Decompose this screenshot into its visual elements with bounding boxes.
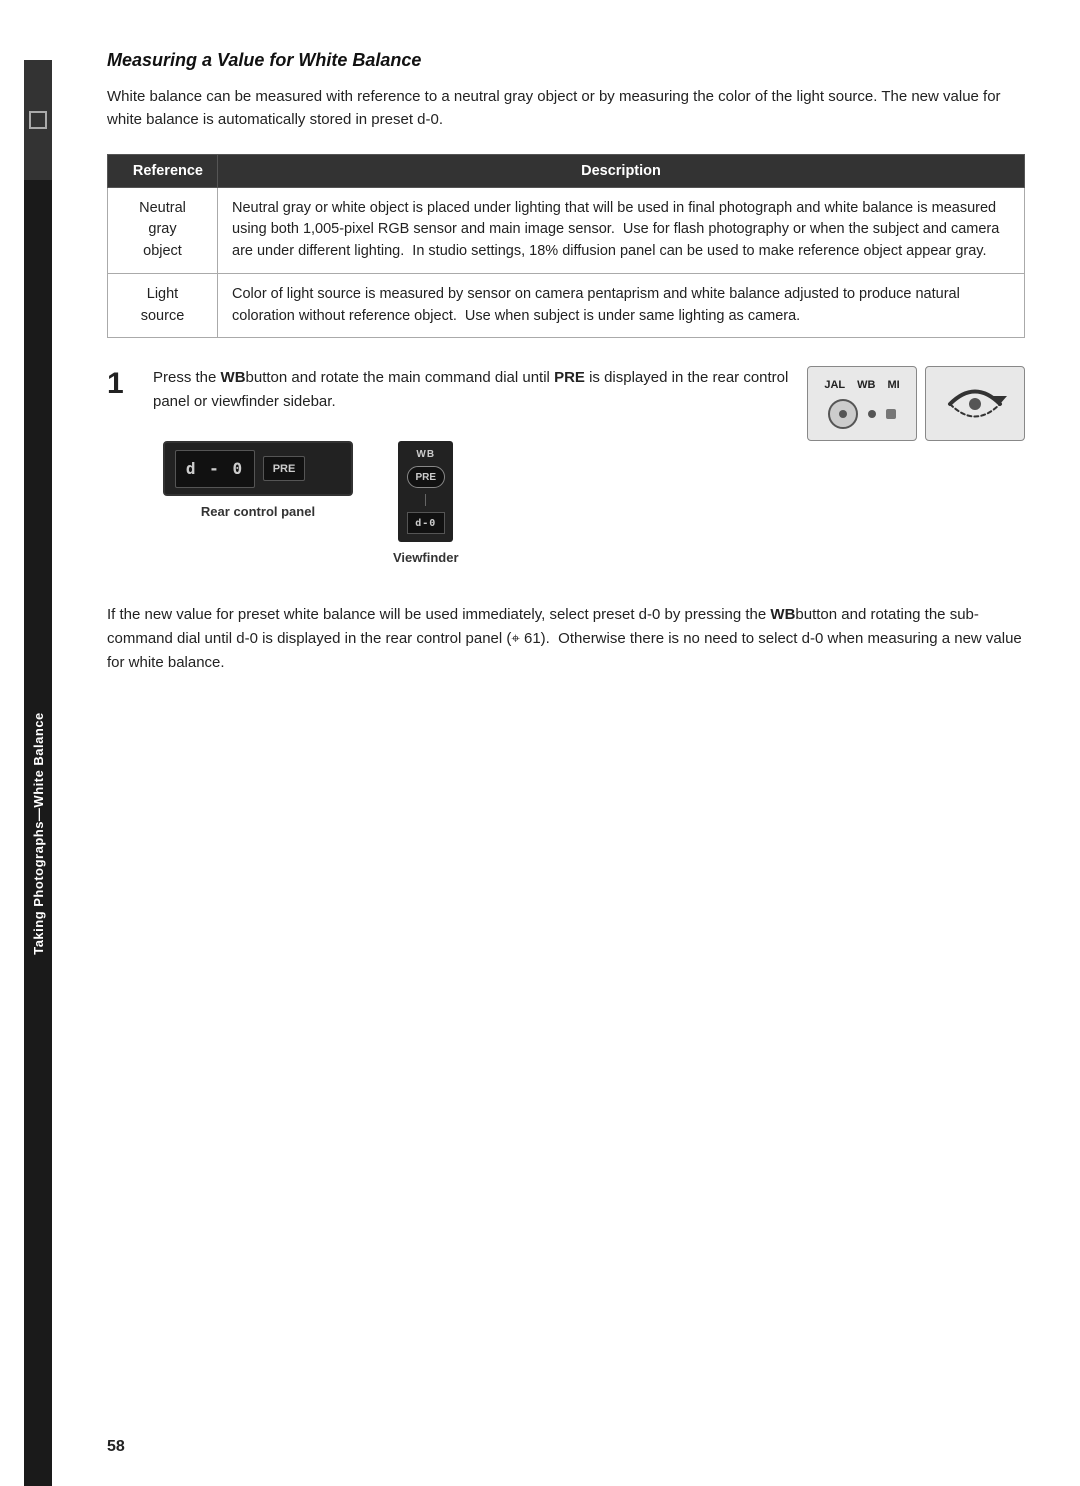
step-number-text: 1 [107,367,124,400]
panel-d0-display: d - 0 [175,450,255,488]
step1-content: Press the WBbutton and rotate the main c… [153,366,1025,593]
small-button [868,410,876,418]
step1-text: Press the WBbutton and rotate the main c… [153,366,789,414]
vf-pre-display: PRE [407,466,445,488]
jal-label: JAL [824,379,845,391]
viewfinder-label: Viewfinder [393,550,459,565]
step1-inner: Press the WBbutton and rotate the main c… [153,366,1025,441]
sidebar: Taking Photographs—White Balance [0,0,52,1486]
diagrams-row: d - 0 PRE Rear control panel WB PRE d-0 … [163,441,1025,565]
table-row: Lightsource Color of light source is mea… [108,273,1025,338]
ref-cell-neutral: Neutralgrayobject [108,187,218,273]
col-description: Description [218,154,1025,187]
wb-label: WB [221,369,246,386]
step1-number: 1 [107,366,135,402]
camera-icon [29,111,47,129]
camera-rotate-diagram [925,366,1025,441]
camera-dials [828,399,896,429]
section-title: Measuring a Value for White Balance [107,50,1025,71]
viewfinder-body: WB PRE d-0 [398,441,453,542]
rear-panel-label: Rear control panel [201,504,315,519]
sidebar-text: Taking Photographs—White Balance [31,712,46,955]
page-number: 58 [107,1438,125,1456]
col-reference: Reference [108,154,218,187]
step1-wrapper: 1 Press the WBbutton and rotate the main… [107,366,1025,593]
desc-cell-neutral: Neutral gray or white object is placed u… [218,187,1025,273]
dial-circle-1 [828,399,858,429]
vf-d0-display: d-0 [407,512,445,534]
panel-pre-display: PRE [263,456,305,481]
main-content: Measuring a Value for White Balance Whit… [52,0,1080,1486]
rear-panel-diagram: d - 0 PRE Rear control panel [163,441,353,519]
viewfinder-diagram: WB PRE d-0 Viewfinder [393,441,459,565]
bottom-paragraph: If the new value for preset white balanc… [107,603,1025,675]
wb-cam-label: WB [857,379,875,391]
camera-controls-diagram: JAL WB MI [807,366,917,441]
desc-cell-light: Color of light source is measured by sen… [218,273,1025,338]
mi-label: MI [887,379,899,391]
intro-paragraph: White balance can be measured with refer… [107,85,1025,132]
sidebar-tab-icon [24,60,52,180]
reference-table: Reference Description Neutralgrayobject … [107,154,1025,339]
ref-cell-light: Lightsource [108,273,218,338]
vf-wb-label: WB [416,449,435,460]
wb-bold-bottom: WB [770,606,795,623]
sidebar-rotated-label: Taking Photographs—White Balance [24,180,52,1486]
table-row: Neutralgrayobject Neutral gray or white … [108,187,1025,273]
pre-label: PRE [554,369,585,386]
camera-images: JAL WB MI [807,366,1025,441]
small-control [886,409,896,419]
vf-line [425,494,426,506]
camera-top-labels: JAL WB MI [824,379,899,391]
rotate-arrow-svg [935,374,1015,434]
rear-panel-display: d - 0 PRE [163,441,353,496]
